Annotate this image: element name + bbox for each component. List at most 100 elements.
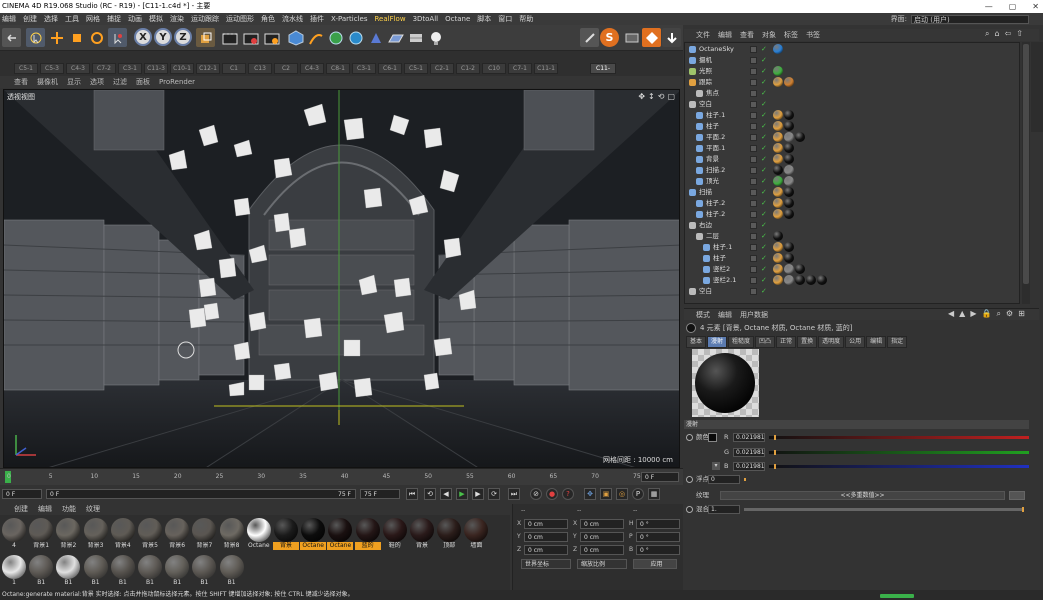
enabled-check-icon[interactable]: ✓: [761, 110, 767, 121]
tag-icon[interactable]: [773, 242, 783, 252]
object-row[interactable]: 柱子 ✓: [685, 121, 1019, 132]
menu-item[interactable]: 流水线: [282, 13, 303, 25]
tag-icon[interactable]: [784, 77, 794, 87]
file-tab[interactable]: C2-1: [430, 63, 454, 74]
light-icon[interactable]: [426, 28, 445, 47]
material-swatch[interactable]: B1: [191, 555, 217, 589]
enabled-check-icon[interactable]: ✓: [761, 220, 767, 231]
material-swatch[interactable]: B1: [137, 555, 163, 589]
menu-item[interactable]: RealFlow: [374, 13, 405, 25]
material-swatch[interactable]: 背景1: [28, 518, 54, 552]
layer-checkbox[interactable]: [750, 123, 757, 130]
tag-icon[interactable]: [773, 165, 783, 175]
position-field[interactable]: 0 cm: [524, 519, 568, 529]
attribute-tab[interactable]: 指定: [887, 336, 908, 348]
material-swatch[interactable]: 背景4: [110, 518, 136, 552]
layer-checkbox[interactable]: [750, 79, 757, 86]
add-icon[interactable]: ⊞: [1018, 309, 1025, 319]
tag-icon[interactable]: [784, 253, 794, 263]
color-radio[interactable]: [686, 434, 693, 441]
autokey-icon[interactable]: ●: [546, 488, 558, 500]
scene-icon[interactable]: [406, 28, 425, 47]
live-select-icon[interactable]: [108, 28, 127, 47]
file-tab[interactable]: C5-3: [40, 63, 64, 74]
material-menu-item[interactable]: 纹理: [86, 504, 100, 515]
material-swatch[interactable]: 背景5: [137, 518, 163, 552]
enabled-check-icon[interactable]: ✓: [761, 132, 767, 143]
workplane-icon[interactable]: [622, 28, 641, 47]
attribute-tab[interactable]: 公用: [845, 336, 866, 348]
material-swatch[interactable]: B1: [83, 555, 109, 589]
object-row[interactable]: 平面.1 ✓: [685, 143, 1019, 154]
back-icon[interactable]: ⇦: [1005, 29, 1012, 39]
attribute-tab[interactable]: 凹凸: [755, 336, 776, 348]
object-row[interactable]: 焦点 ✓: [685, 88, 1019, 99]
prev-key-icon[interactable]: ⟲: [424, 488, 436, 500]
g-slider[interactable]: [769, 450, 1029, 455]
tag-icon[interactable]: [784, 143, 794, 153]
menu-item[interactable]: 选择: [44, 13, 58, 25]
object-menu-item[interactable]: 书签: [806, 29, 820, 41]
object-row[interactable]: 扫描 ✓: [685, 187, 1019, 198]
tag-icon[interactable]: [773, 66, 783, 76]
enabled-check-icon[interactable]: ✓: [761, 264, 767, 275]
attribute-tab[interactable]: 粗糙度: [728, 336, 755, 348]
attribute-tab[interactable]: 漫射: [707, 336, 728, 348]
file-tab[interactable]: C4-3: [300, 63, 324, 74]
select-tool-icon[interactable]: [26, 28, 45, 47]
object-row[interactable]: 光照 ✓: [685, 66, 1019, 77]
material-swatch[interactable]: 蓝的: [354, 518, 381, 552]
attr-search-icon[interactable]: ⌕: [996, 309, 1000, 319]
tag-icon[interactable]: [795, 275, 805, 285]
up-arrow-icon[interactable]: ▲: [959, 309, 965, 319]
color-swatch[interactable]: [708, 433, 717, 442]
texture-menu-button[interactable]: [1009, 491, 1025, 500]
tag-icon[interactable]: [795, 132, 805, 142]
viewport-menu-item[interactable]: 摄像机: [37, 76, 58, 88]
side-panel-tabs[interactable]: [1031, 42, 1043, 132]
menu-item[interactable]: 工具: [65, 13, 79, 25]
layout-dropdown[interactable]: 启动 (用户): [911, 14, 1029, 24]
tag-icon[interactable]: [773, 154, 783, 164]
material-swatch[interactable]: B1: [28, 555, 54, 589]
attribute-tab[interactable]: 正常: [776, 336, 797, 348]
layer-checkbox[interactable]: [750, 178, 757, 185]
layer-checkbox[interactable]: [750, 233, 757, 240]
tag-icon[interactable]: [773, 143, 783, 153]
tag-icon[interactable]: [784, 275, 794, 285]
size-field[interactable]: 0 cm: [580, 519, 624, 529]
enabled-check-icon[interactable]: ✓: [761, 209, 767, 220]
cloner-icon[interactable]: [346, 28, 365, 47]
tag-icon[interactable]: [773, 231, 783, 241]
object-scrollbar[interactable]: [1022, 42, 1030, 304]
enabled-check-icon[interactable]: ✓: [761, 44, 767, 55]
file-tab[interactable]: C3-1: [118, 63, 142, 74]
size-field[interactable]: 0 cm: [580, 545, 624, 555]
floor-icon[interactable]: [386, 28, 405, 47]
layer-checkbox[interactable]: [750, 200, 757, 207]
position-field[interactable]: 0 cm: [524, 545, 568, 555]
apply-button[interactable]: 应用: [633, 559, 677, 569]
file-tab[interactable]: C3-1: [352, 63, 376, 74]
mix-slider[interactable]: [744, 507, 1024, 512]
enabled-check-icon[interactable]: ✓: [761, 154, 767, 165]
tag-icon[interactable]: [773, 44, 783, 54]
menu-item[interactable]: 模拟: [149, 13, 163, 25]
next-frame-icon[interactable]: ▶: [472, 488, 484, 500]
record-keys-icon[interactable]: ⊘: [530, 488, 542, 500]
slider-handle[interactable]: [774, 450, 777, 455]
file-tab[interactable]: C4-3: [66, 63, 90, 74]
enabled-check-icon[interactable]: ✓: [761, 253, 767, 264]
enabled-check-icon[interactable]: ✓: [761, 121, 767, 132]
slider-handle[interactable]: [774, 464, 777, 469]
home-icon[interactable]: ⌂: [994, 29, 999, 39]
r-value-field[interactable]: 0.021981: [733, 433, 765, 442]
mix-value-field[interactable]: 1.: [708, 505, 740, 514]
file-tab[interactable]: C12-1: [196, 63, 220, 74]
render-picture-viewer-icon[interactable]: [241, 28, 260, 47]
material-swatch[interactable]: 4: [1, 518, 27, 552]
material-swatch[interactable]: 墙面: [463, 518, 489, 552]
material-swatch[interactable]: Octane: [300, 518, 327, 552]
tag-icon[interactable]: [773, 77, 783, 87]
file-tab[interactable]: C2: [274, 63, 298, 74]
